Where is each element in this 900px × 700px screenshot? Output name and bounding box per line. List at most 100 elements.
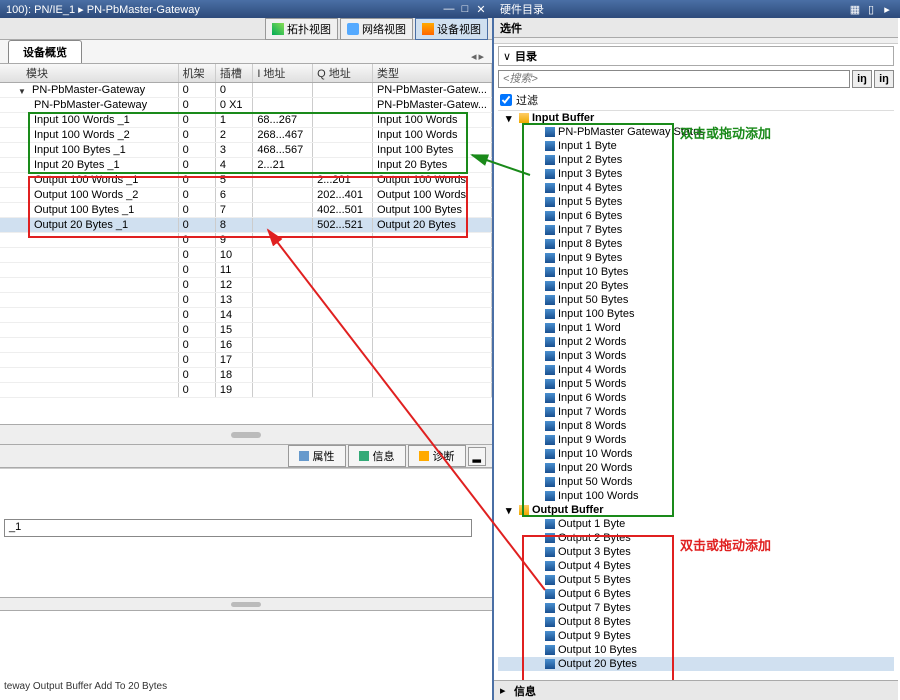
tree-item[interactable]: Output 2 Bytes [498,531,894,545]
tree-item[interactable]: Input 9 Words [498,433,894,447]
table-row[interactable]: Input 20 Bytes _1042...21Input 20 Bytes [0,158,492,173]
tree-item[interactable]: Input 2 Words [498,335,894,349]
tree-item[interactable]: Input 2 Bytes [498,153,894,167]
tree-item[interactable]: Input 5 Bytes [498,195,894,209]
tree-item[interactable]: Input 6 Words [498,391,894,405]
tree-item[interactable]: Input 1 Word [498,321,894,335]
tree-item[interactable]: Input 10 Words [498,447,894,461]
col-rack[interactable]: 机架 [178,64,215,83]
panel-expand-button[interactable]: ▸ [880,2,894,16]
tree-item[interactable]: Input 50 Words [498,475,894,489]
col-slot[interactable]: 插槽 [215,64,252,83]
table-row[interactable]: 015 [0,323,492,338]
tree-item[interactable]: Input 3 Words [498,349,894,363]
tree-item[interactable]: Output 6 Bytes [498,587,894,601]
tree-item[interactable]: Output 1 Byte [498,517,894,531]
table-row[interactable]: PN-PbMaster-Gateway00 X1PN-PbMaster-Gate… [0,98,492,113]
table-row[interactable]: Output 20 Bytes _108502...521Output 20 B… [0,218,492,233]
tree-item[interactable]: Output 7 Bytes [498,601,894,615]
col-module[interactable]: 模块 [0,64,178,83]
table-row[interactable]: Input 100 Words _10168...267Input 100 Wo… [0,113,492,128]
table-row[interactable]: Output 100 Words _206202...401Output 100… [0,188,492,203]
tree-item[interactable]: Input 20 Bytes [498,279,894,293]
col-qaddr[interactable]: Q 地址 [313,64,373,83]
folder-icon [519,113,529,123]
tree-item[interactable]: Output 4 Bytes [498,559,894,573]
property-description: teway Output Buffer Add To 20 Bytes [4,681,167,692]
table-row[interactable]: 011 [0,263,492,278]
tree-item[interactable]: PN-PbMaster Gateway Status [498,125,894,139]
tree-item[interactable]: Input 4 Bytes [498,181,894,195]
table-row[interactable]: 016 [0,338,492,353]
network-view-button[interactable]: 网络视图 [340,18,413,40]
table-row[interactable]: Input 100 Words _202268...467Input 100 W… [0,128,492,143]
col-type[interactable]: 类型 [372,64,491,83]
maximize-button[interactable]: □ [458,2,472,16]
tree-item[interactable]: Output 3 Bytes [498,545,894,559]
table-row[interactable]: Output 100 Words _1052...201Output 100 W… [0,173,492,188]
table-row[interactable]: Input 100 Bytes _103468...567Input 100 B… [0,143,492,158]
catalog-toggle[interactable]: ∨ [499,50,515,63]
filter-checkbox[interactable] [500,94,512,106]
tree-item[interactable]: Input 3 Bytes [498,167,894,181]
minimize-button[interactable]: — [442,2,456,16]
scroll-right-button[interactable]: ▸ [478,50,484,63]
tree-item[interactable]: Input 8 Words [498,419,894,433]
search-up-button[interactable]: iŋ [874,70,894,88]
table-row[interactable]: 018 [0,368,492,383]
topology-view-button[interactable]: 拓扑视图 [265,18,338,40]
table-row[interactable]: 09 [0,233,492,248]
col-iaddr[interactable]: I 地址 [253,64,313,83]
tree-item[interactable]: Input 7 Bytes [498,223,894,237]
tree-item[interactable]: Input 10 Bytes [498,265,894,279]
properties-tab[interactable]: 属性 [288,445,346,467]
tree-item[interactable]: Output 10 Bytes [498,643,894,657]
table-row[interactable]: 017 [0,353,492,368]
close-button[interactable]: ✕ [474,2,488,16]
diagnostics-tab[interactable]: 诊断 [408,445,466,467]
info-footer-toggle[interactable]: ▸ [500,684,514,697]
tree-item[interactable]: Input 8 Bytes [498,237,894,251]
tree-item[interactable]: Output 8 Bytes [498,615,894,629]
catalog-tree[interactable]: 双击或拖动添加 双击或拖动添加 ▾Input BufferPN-PbMaster… [498,110,894,680]
tree-folder-input[interactable]: ▾Input Buffer [498,111,894,125]
search-down-button[interactable]: iŋ [852,70,872,88]
table-row[interactable]: 019 [0,383,492,398]
table-row[interactable]: 013 [0,293,492,308]
info-tab[interactable]: 信息 [348,445,406,467]
catalog-search-input[interactable] [498,70,850,88]
tree-item[interactable]: Output 5 Bytes [498,573,894,587]
tree-item[interactable]: Input 50 Bytes [498,293,894,307]
splitter-handle[interactable] [0,424,492,444]
tree-item[interactable]: Output 9 Bytes [498,629,894,643]
device-view-button[interactable]: 设备视图 [415,18,488,40]
catalog-header[interactable]: ∨ 目录 [498,46,894,66]
tree-item[interactable]: Input 1 Byte [498,139,894,153]
module-icon [545,463,555,473]
table-row[interactable]: PN-PbMaster-Gateway00PN-PbMaster-Gatew..… [0,83,492,98]
property-name-field[interactable]: _1 [4,519,472,537]
table-row[interactable]: Output 100 Bytes _107402...501Output 100… [0,203,492,218]
scroll-left-button[interactable]: ◂ [471,50,477,63]
tree-item[interactable]: Input 20 Words [498,461,894,475]
tree-item[interactable]: Input 7 Words [498,405,894,419]
tree-item[interactable]: Input 6 Bytes [498,209,894,223]
device-table[interactable]: 模块 机架 插槽 I 地址 Q 地址 类型 PN-PbMaster-Gatewa… [0,64,492,398]
device-overview-tab[interactable]: 设备概览 [8,40,82,63]
table-row[interactable]: 014 [0,308,492,323]
table-row[interactable]: 010 [0,248,492,263]
tree-folder-output[interactable]: ▾Output Buffer [498,503,894,517]
tree-item[interactable]: Output 20 Bytes [498,657,894,671]
info-footer[interactable]: ▸ 信息 [494,680,898,700]
tree-item[interactable]: Input 100 Words [498,489,894,503]
panel-pin-button[interactable]: ▦ [848,2,862,16]
tree-item[interactable]: Input 5 Words [498,377,894,391]
panel-collapse-button[interactable]: ▯ [864,2,878,16]
tree-item[interactable]: Input 100 Bytes [498,307,894,321]
tree-item[interactable]: Input 4 Words [498,363,894,377]
tree-item[interactable]: Input 9 Bytes [498,251,894,265]
module-icon [545,603,555,613]
table-row[interactable]: 012 [0,278,492,293]
property-collapse-button[interactable]: ▂ [468,447,486,466]
property-splitter[interactable] [0,597,492,611]
